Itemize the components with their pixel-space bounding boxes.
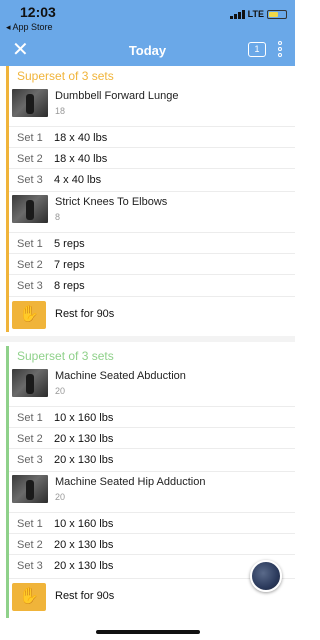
status-time: 12:03: [20, 4, 56, 20]
set-label: Set 2: [17, 539, 43, 551]
hand-icon: ✋: [12, 583, 46, 611]
back-to-app-store-link[interactable]: ◂ App Store: [6, 22, 53, 33]
exercise-sub: 20: [55, 386, 66, 396]
set-value: 20 x 130 lbs: [54, 454, 114, 466]
set-label: Set 2: [17, 433, 43, 445]
set-row[interactable]: Set 2 18 x 40 lbs: [9, 147, 295, 168]
rest-label: Rest for 90s: [55, 308, 115, 320]
set-label: Set 2: [17, 153, 43, 165]
set-value: 4 x 40 lbs: [54, 174, 102, 186]
rest-label: Rest for 90s: [55, 590, 115, 602]
set-value: 5 reps: [54, 238, 85, 250]
group-separator: [0, 336, 295, 342]
battery-icon: [267, 9, 287, 19]
carrier-label: LTE: [247, 9, 264, 19]
exercise-item[interactable]: Dumbbell Forward Lunge 18: [9, 86, 295, 128]
exercise-name: Strict Knees To Elbows: [55, 196, 168, 208]
set-value: 20 x 130 lbs: [54, 433, 114, 445]
exercise-thumbnail: [12, 475, 48, 503]
set-value: 7 reps: [54, 259, 85, 271]
hand-icon: ✋: [12, 301, 46, 329]
set-row[interactable]: Set 1 18 x 40 lbs: [9, 126, 295, 147]
signal-icon: [229, 9, 245, 19]
exercise-item[interactable]: Machine Seated Abduction 20: [9, 366, 295, 408]
superset-title: Superset of 3 sets: [17, 69, 114, 83]
set-value: 10 x 160 lbs: [54, 518, 114, 530]
set-value: 20 x 130 lbs: [54, 539, 114, 551]
set-label: Set 1: [17, 238, 43, 250]
set-row[interactable]: Set 1 10 x 160 lbs: [9, 512, 295, 533]
exercise-thumbnail: [12, 89, 48, 117]
set-label: Set 3: [17, 454, 43, 466]
home-indicator: [96, 630, 200, 634]
set-row[interactable]: Set 3 4 x 40 lbs: [9, 168, 295, 189]
set-label: Set 3: [17, 174, 43, 186]
set-row[interactable]: Set 2 7 reps: [9, 253, 295, 274]
set-row[interactable]: Set 3 20 x 130 lbs: [9, 448, 295, 469]
exercise-sub: 18: [55, 106, 66, 116]
more-vertical-icon[interactable]: [278, 41, 284, 59]
superset-title: Superset of 3 sets: [17, 349, 114, 363]
exercise-sub: 8: [55, 212, 61, 222]
exercise-item[interactable]: Strict Knees To Elbows 8: [9, 191, 295, 233]
exercise-thumbnail: [12, 369, 48, 397]
exercise-name: Machine Seated Abduction: [55, 370, 186, 382]
set-row[interactable]: Set 1 5 reps: [9, 232, 295, 253]
set-value: 20 x 130 lbs: [54, 560, 114, 572]
set-label: Set 2: [17, 259, 43, 271]
status-bar: 12:03 ◂ App Store LTE: [0, 0, 295, 36]
set-label: Set 1: [17, 518, 43, 530]
exercise-name: Machine Seated Hip Adduction: [55, 476, 206, 488]
exercise-thumbnail: [12, 195, 48, 223]
rest-row[interactable]: ✋ Rest for 90s: [9, 296, 295, 332]
set-value: 8 reps: [54, 280, 85, 292]
workout-list: Superset of 3 sets Dumbbell Forward Lung…: [0, 66, 295, 630]
set-row[interactable]: Set 2 20 x 130 lbs: [9, 533, 295, 554]
set-row[interactable]: Set 1 10 x 160 lbs: [9, 406, 295, 427]
profile-avatar-button[interactable]: [250, 560, 282, 592]
set-label: Set 1: [17, 132, 43, 144]
set-value: 18 x 40 lbs: [54, 153, 108, 165]
exercise-name: Dumbbell Forward Lunge: [55, 90, 179, 102]
set-value: 18 x 40 lbs: [54, 132, 108, 144]
set-row[interactable]: Set 3 8 reps: [9, 274, 295, 295]
nav-bar: ✕ Today 1: [0, 36, 295, 66]
set-row[interactable]: Set 2 20 x 130 lbs: [9, 427, 295, 448]
superset-group: Superset of 3 sets Dumbbell Forward Lung…: [6, 66, 295, 332]
set-label: Set 3: [17, 280, 43, 292]
set-value: 10 x 160 lbs: [54, 412, 114, 424]
exercise-item[interactable]: Machine Seated Hip Adduction 20: [9, 471, 295, 513]
exercise-sub: 20: [55, 492, 66, 502]
status-indicators: LTE: [229, 9, 287, 19]
set-label: Set 3: [17, 560, 43, 572]
comment-icon[interactable]: 1: [248, 42, 266, 57]
set-label: Set 1: [17, 412, 43, 424]
